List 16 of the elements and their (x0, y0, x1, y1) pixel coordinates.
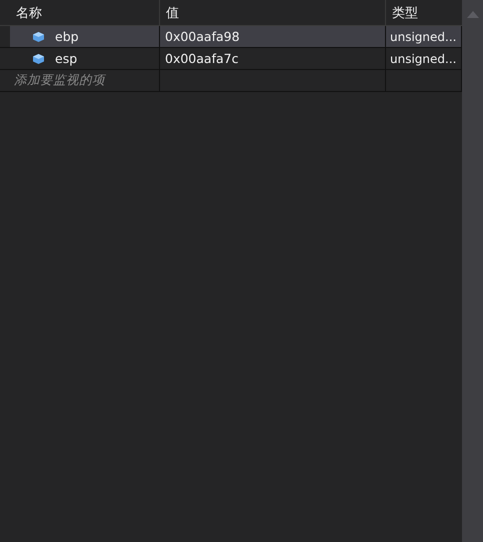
variable-type: unsigned... (390, 52, 456, 66)
variable-name: esp (55, 51, 78, 66)
scroll-up-icon[interactable] (466, 11, 478, 18)
scrollbar[interactable] (462, 0, 483, 542)
column-header[interactable]: 值 (160, 0, 386, 25)
variable-value: 0x00aafa98 (165, 29, 240, 44)
cube-icon (32, 52, 45, 64)
column-header[interactable]: 名称 (10, 0, 160, 25)
column-header[interactable]: 类型 (386, 0, 462, 25)
add-watch-field[interactable]: 添加要监视的项 (14, 72, 105, 89)
variable-type: unsigned... (390, 30, 456, 44)
variable-value: 0x00aafa7c (165, 51, 238, 66)
watch-row[interactable]: esp 0x00aafa7c unsigned... (0, 48, 462, 70)
watch-row[interactable]: ebp 0x00aafa98 unsigned... (0, 26, 462, 48)
variable-name: ebp (55, 29, 79, 44)
cube-icon (32, 30, 45, 42)
